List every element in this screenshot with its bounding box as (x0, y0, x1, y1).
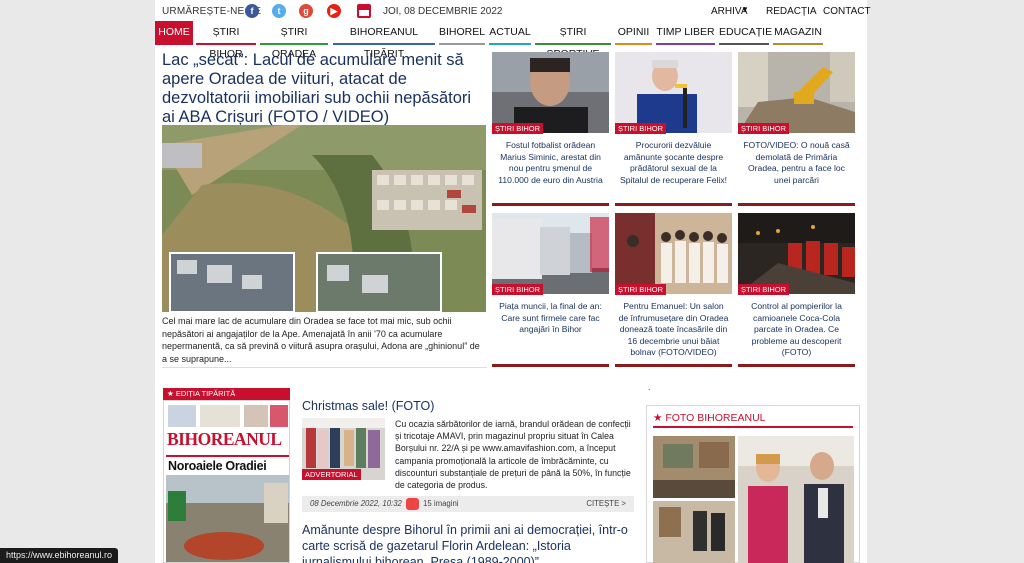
category-tag[interactable]: ȘTIRI BIHOR (492, 284, 544, 295)
print-edition-header: ★ EDIȚIA TIPĂRITĂ (163, 388, 290, 400)
google-plus-icon[interactable]: g (299, 4, 313, 18)
nav-magazin[interactable]: MAGAZIN (773, 21, 823, 45)
article-meta-bar: 08 Decembrie 2022, 10:32 15 imagini CITE… (302, 496, 634, 512)
article-title[interactable]: Christmas sale! (FOTO) (302, 398, 434, 414)
category-tag[interactable]: ȘTIRI BIHOR (615, 123, 667, 134)
news-card[interactable]: ȘTIRI BIHOR Pentru Emanuel: Un salon de … (615, 213, 732, 367)
calendar-icon (357, 4, 371, 18)
news-card[interactable]: ȘTIRI BIHOR Piața muncii, la final de an… (492, 213, 609, 367)
nav-bihoreanul-tiparit[interactable]: BIHOREANUL TIPĂRIT (333, 21, 435, 60)
read-more-link[interactable]: CITEȘTE > (586, 496, 626, 512)
nav-bihorel[interactable]: BIHOREL (439, 21, 485, 45)
nav-stiri-sportive[interactable]: ȘTIRI SPORTIVE (535, 21, 611, 60)
article-title[interactable]: Amănunte despre Bihorul în primii ani ai… (302, 522, 634, 563)
twitter-icon[interactable]: t (272, 4, 286, 18)
card-title[interactable]: Control al pompierilor la camioanele Coc… (741, 301, 852, 359)
contact-link[interactable]: CONTACT (823, 6, 871, 17)
card-title[interactable]: Piața muncii, la final de an: Care sunt … (495, 301, 606, 336)
photo-gallery-widget: ★ FOTO BIHOREANUL (646, 405, 860, 563)
card-photo[interactable] (738, 52, 855, 133)
hero-aerial-photo[interactable] (162, 125, 486, 312)
category-tag[interactable]: ȘTIRI BIHOR (738, 123, 790, 134)
page: URMĂREȘTE-NE PE f t g ▶ JOI, 08 DECEMBRI… (155, 0, 871, 563)
gallery-photo[interactable] (653, 436, 735, 498)
news-card[interactable]: ȘTIRI BIHOR Fostul fotbalist orădean Mar… (492, 52, 609, 206)
newspaper-masthead: BIHOREANUL (167, 429, 282, 449)
separator-dot: . (648, 382, 651, 392)
nav-stiri-oradea[interactable]: ȘTIRI ORADEA (260, 21, 328, 60)
youtube-icon[interactable]: ▶ (327, 4, 341, 18)
card-title[interactable]: Procurorii dezvăluie amănunte șocante de… (618, 140, 729, 186)
news-card[interactable]: ȘTIRI BIHOR Control al pompierilor la ca… (738, 213, 855, 367)
main-nav: HOME ȘTIRI BIHOR ȘTIRI ORADEA BIHOREANUL… (155, 21, 867, 60)
card-photo[interactable] (738, 213, 855, 294)
nav-timp-liber[interactable]: TIMP LIBER (656, 21, 715, 45)
facebook-icon[interactable]: f (245, 4, 259, 18)
news-card[interactable]: ȘTIRI BIHOR Procurorii dezvăluie amănunt… (615, 52, 732, 206)
divider (653, 426, 853, 428)
article-date: 08 Decembrie 2022, 10:32 (310, 499, 402, 508)
chevron-down-icon[interactable]: ▼ (741, 5, 749, 14)
gallery-photo-featured[interactable] (738, 436, 854, 563)
category-tag[interactable]: ȘTIRI BIHOR (738, 284, 790, 295)
gallery-photo[interactable] (653, 501, 735, 563)
camera-icon (406, 498, 419, 510)
card-underline (492, 364, 609, 367)
gallery-header: ★ FOTO BIHOREANUL (653, 412, 766, 424)
nav-home[interactable]: HOME (155, 21, 193, 45)
newsroom-link[interactable]: REDACȚIA (766, 6, 817, 17)
card-title[interactable]: FOTO/VIDEO: O nouă casă demolată de Prim… (741, 140, 852, 186)
cover-headline: Noroaiele Oradiei (168, 459, 267, 473)
card-photo[interactable] (492, 52, 609, 133)
card-underline (738, 364, 855, 367)
card-underline (615, 203, 732, 206)
browser-status-url: https://www.ebihoreanul.ro (0, 548, 119, 563)
card-photo[interactable] (492, 213, 609, 294)
current-date: JOI, 08 DECEMBRIE 2022 (383, 6, 503, 17)
card-underline (738, 203, 855, 206)
hero-excerpt: Cel mai mare lac de acumulare din Oradea… (162, 316, 480, 364)
card-title[interactable]: Fostul fotbalist orădean Marius Siminic,… (495, 140, 606, 186)
card-underline (615, 364, 732, 367)
nav-stiri-bihor[interactable]: ȘTIRI BIHOR (196, 21, 256, 60)
category-tag[interactable]: ȘTIRI BIHOR (615, 284, 667, 295)
divider (162, 367, 487, 368)
gallery-label: FOTO BIHOREANUL (665, 412, 766, 424)
image-count[interactable]: 15 imagini (423, 496, 459, 512)
nav-educatie[interactable]: EDUCAȚIE (719, 21, 772, 45)
news-card[interactable]: ȘTIRI BIHOR FOTO/VIDEO: O nouă casă demo… (738, 52, 855, 206)
category-tag[interactable]: ȘTIRI BIHOR (492, 123, 544, 134)
card-photo[interactable] (615, 52, 732, 133)
print-edition-cover[interactable]: BIHOREANUL Noroaiele Oradiei (163, 400, 290, 563)
card-underline (492, 203, 609, 206)
nav-actual[interactable]: ACTUAL (489, 21, 531, 45)
advertorial-tag[interactable]: ADVERTORIAL (302, 469, 361, 480)
print-edition-label: EDIȚIA TIPĂRITĂ (175, 389, 236, 398)
article-excerpt: Cu ocazia sărbătorilor de iarnă, brandul… (395, 419, 631, 491)
top-bar: URMĂREȘTE-NE PE f t g ▶ JOI, 08 DECEMBRI… (155, 0, 871, 22)
hero-headline[interactable]: Lac „secat”: Lacul de acumulare menit să… (162, 51, 487, 127)
card-title[interactable]: Pentru Emanuel: Un salon de înfrumusețar… (618, 301, 729, 359)
card-photo[interactable] (615, 213, 732, 294)
nav-opinii[interactable]: OPINII (615, 21, 652, 45)
